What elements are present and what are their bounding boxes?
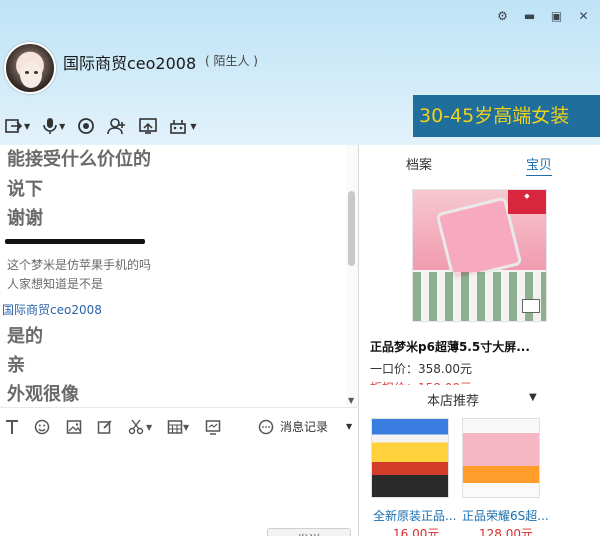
- chat-messages: 能接受什么价位的 说下 谢谢 这个梦米是仿苹果手机的吗 人家想知道是不是 国际商…: [0, 145, 358, 407]
- remote-assist-icon[interactable]: ▼: [169, 116, 196, 136]
- microphone-icon[interactable]: ▼: [42, 116, 65, 136]
- product-discount-price: 折扣价：158.00元: [370, 379, 472, 385]
- chat-message: 说下: [7, 179, 43, 200]
- history-dropdown-icon[interactable]: ▼: [346, 422, 352, 431]
- chat-message: 能接受什么价位的: [7, 149, 151, 170]
- message-history-button[interactable]: 消息记录 ▼: [258, 418, 352, 435]
- history-label: 消息记录: [280, 420, 329, 434]
- product-price: 一口价：358.00元: [370, 362, 472, 376]
- video-call-icon[interactable]: [77, 116, 95, 136]
- chat-bubble-icon: [258, 419, 274, 434]
- add-contact-icon[interactable]: [107, 116, 127, 136]
- screenshot-icon[interactable]: [205, 418, 221, 436]
- window-controls: ⚙ ▬ ▣ ✕: [496, 10, 590, 23]
- recommend-item-price: 16.00元: [393, 527, 440, 536]
- recommend-item-price: 128.00元: [479, 527, 533, 536]
- recommend-header: [359, 388, 600, 410]
- scissors-icon[interactable]: ▼: [128, 418, 152, 436]
- promo-badge: ◆: [508, 190, 546, 214]
- product-title[interactable]: 正品梦米p6超薄5.5寸大屏...: [370, 338, 530, 355]
- transfer-file-icon[interactable]: ▼: [5, 116, 30, 136]
- chat-header: ⚙ ▬ ▣ ✕ 国际商贸ceo2008 ( 陌生人 ) ▼ ▼ ▼ 30-45岁…: [0, 0, 600, 145]
- chat-message: 是的: [7, 326, 43, 347]
- chat-message: 谢谢: [7, 208, 43, 229]
- chat-message: 外观很像: [7, 384, 79, 405]
- send-button[interactable]: 发送: [267, 528, 351, 536]
- font-icon[interactable]: [4, 418, 20, 436]
- recommend-dropdown-icon[interactable]: ▼: [529, 392, 537, 403]
- emoji-icon[interactable]: [34, 418, 50, 436]
- message-input[interactable]: [0, 445, 358, 536]
- redaction-scribble: [5, 239, 145, 244]
- recommend-item-image[interactable]: [371, 418, 449, 498]
- chat-message: 亲: [7, 355, 25, 376]
- scroll-down-icon[interactable]: ▼: [348, 396, 354, 405]
- image-icon[interactable]: [66, 418, 82, 436]
- screen-share-icon[interactable]: [139, 116, 158, 136]
- chat-message: 人家想知道是不是: [7, 277, 104, 291]
- tab-products[interactable]: 宝贝: [526, 154, 553, 176]
- tab-profile[interactable]: 档案: [406, 154, 432, 173]
- close-icon[interactable]: ✕: [577, 10, 590, 23]
- chat-scrollbar[interactable]: ▼: [346, 145, 358, 407]
- edit-icon[interactable]: [97, 418, 113, 436]
- side-panel: 档案 宝贝 ◆ 正品梦米p6超薄5.5寸大屏... 一口价：358.00元 折扣…: [358, 145, 600, 536]
- settings-icon[interactable]: ⚙: [496, 10, 509, 23]
- recommend-item-name[interactable]: 全新原装正品...: [373, 507, 456, 524]
- contact-tag[interactable]: ( 陌生人 ): [205, 52, 258, 69]
- input-toolbar: ▼ ▼ 消息记录 ▼: [0, 407, 358, 445]
- product-image[interactable]: ◆: [412, 189, 547, 322]
- recommend-item-image[interactable]: [462, 418, 540, 498]
- cart-icon: [522, 299, 540, 313]
- chat-message: 这个梦米是仿苹果手机的吗: [7, 258, 152, 272]
- minimize-icon[interactable]: ▬: [523, 10, 536, 23]
- ad-banner[interactable]: 30-45岁高端女装: [413, 95, 600, 137]
- recommend-item-name[interactable]: 正品荣耀6S超...: [462, 507, 549, 524]
- maximize-icon[interactable]: ▣: [550, 10, 563, 23]
- avatar[interactable]: [4, 42, 56, 94]
- contact-name[interactable]: 国际商贸ceo2008: [63, 50, 196, 74]
- scroll-thumb[interactable]: [348, 191, 355, 266]
- chat-toolbar: ▼ ▼ ▼: [5, 116, 196, 136]
- recommend-label: 本店推荐: [427, 394, 480, 409]
- calculator-icon[interactable]: ▼: [167, 418, 189, 436]
- message-sender[interactable]: 国际商贸ceo2008: [2, 301, 102, 318]
